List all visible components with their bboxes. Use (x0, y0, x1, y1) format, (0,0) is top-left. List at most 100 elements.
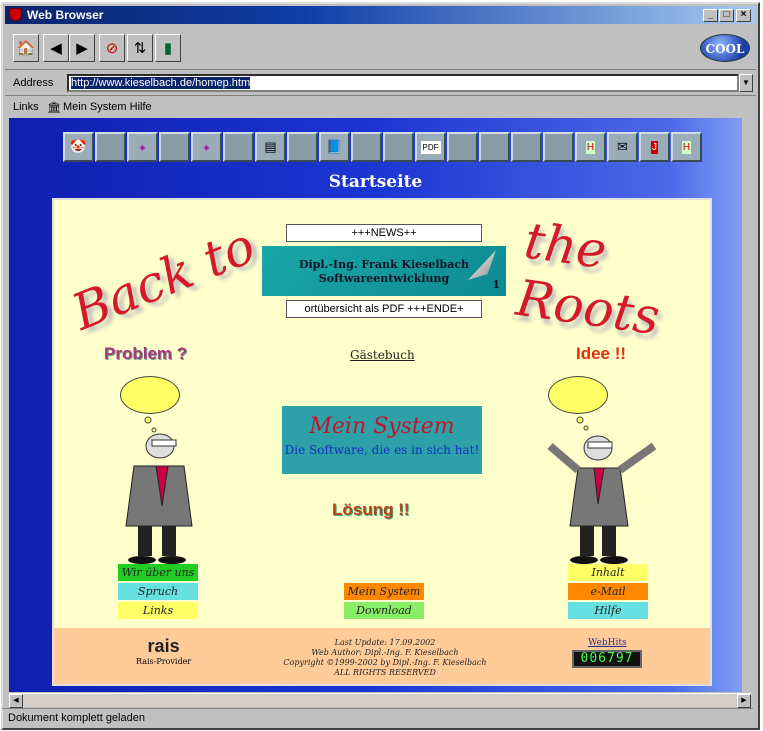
toolbar: 🏠 ◀ ▶ ⊘ ⇅ ▮ COOL (5, 26, 756, 70)
news-ticker: ortübersicht als PDF +++ENDE+ (286, 300, 482, 318)
company-name: Dipl.-Ing. Frank Kieselbach (298, 258, 470, 271)
minimize-button[interactable]: _ (703, 9, 718, 22)
nav-blank-button[interactable] (223, 132, 254, 162)
mein-system-banner[interactable]: Mein System Die Software, die es in sich… (282, 406, 482, 474)
webhits-link[interactable]: WebHits (588, 638, 627, 648)
window-title: Web Browser (27, 8, 104, 22)
page-title: Startseite (328, 172, 423, 192)
address-input[interactable]: http://www.kieselbach.de/homep.htm (67, 74, 739, 92)
links-button[interactable]: Links (118, 602, 198, 619)
web-author: Web Author: Dipl.-Ing. F. Kieselbach (311, 648, 459, 657)
news-banner: +++NEWS++ (286, 224, 482, 242)
nav-mail-button[interactable]: ✉ (607, 132, 638, 162)
nav-blank-button[interactable] (543, 132, 574, 162)
stop-icon: ⊘ (105, 40, 119, 57)
address-label: Address (13, 77, 54, 89)
h-icon: H (585, 140, 596, 154)
horizontal-scrollbar[interactable]: ◀ ▶ (9, 693, 751, 708)
pdf-icon: PDF (420, 140, 441, 154)
problem-heading: Problem ? (104, 344, 188, 363)
inhalt-button[interactable]: Inhalt (568, 564, 648, 581)
nav-blank-button[interactable] (287, 132, 318, 162)
exit-button[interactable]: ▮ (155, 34, 181, 62)
links-item-mein-system-hilfe[interactable]: Mein System Hilfe (63, 101, 152, 113)
nav-mein-system-button[interactable]: ◈ (127, 132, 158, 162)
rais-provider[interactable]: rais Rais-Provider (136, 636, 191, 666)
idee-heading: Idee !! (576, 344, 627, 363)
browser-logo-icon (9, 8, 22, 21)
bank-icon: 🏛 (47, 102, 61, 114)
rais-label: Rais-Provider (136, 657, 192, 666)
e-mail-button[interactable]: e-Mail (568, 583, 648, 600)
nav-book-button[interactable]: 📘 (319, 132, 350, 162)
back-to-heading: Back to (64, 216, 263, 342)
hilfe-button[interactable]: Hilfe (568, 602, 648, 619)
status-text: Dokument komplett geladen (8, 712, 145, 724)
maximize-button[interactable]: □ (719, 9, 734, 22)
scroll-left-button[interactable]: ◀ (9, 694, 23, 708)
address-dropdown-button[interactable]: ▼ (739, 74, 753, 92)
close-button[interactable]: × (736, 9, 751, 22)
exit-door-icon: ▮ (163, 40, 173, 57)
address-url: http://www.kieselbach.de/homep.htm (71, 77, 251, 89)
nav-blank-button[interactable] (447, 132, 478, 162)
home-icon: 🏠 (16, 40, 36, 57)
nav-blank-button[interactable] (351, 132, 382, 162)
form-icon: ▤ (264, 139, 277, 154)
nav-pdf-button[interactable]: PDF (415, 132, 446, 162)
nav-blank-button[interactable] (511, 132, 542, 162)
nav-blank-button[interactable] (159, 132, 190, 162)
forward-button[interactable]: ▶ (69, 34, 95, 62)
h-icon: H (681, 140, 692, 154)
page-nav-toolbar: 🤡 ◈ ◈ ▤ 📘 PDF H ✉ J H (63, 132, 702, 162)
the-roots-heading: the Roots (512, 211, 664, 347)
status-bar: Dokument komplett geladen (2, 708, 753, 726)
back-button[interactable]: ◀ (43, 34, 69, 62)
home-button[interactable]: 🏠 (13, 34, 39, 62)
nav-h2-button[interactable]: H (671, 132, 702, 162)
mein-system-subtitle: Die Software, die es in sich hat! (284, 443, 480, 457)
nav-j-button[interactable]: J (639, 132, 670, 162)
company-logo: Dipl.-Ing. Frank Kieselbach Softwareentw… (262, 246, 506, 296)
j-icon: J (651, 140, 658, 154)
hit-counter: 006797 (572, 650, 642, 668)
loesung-heading: Lösung !! (332, 500, 410, 519)
back-arrow-icon: ◀ (50, 40, 62, 57)
book-icon: 📘 (326, 139, 343, 154)
wir-ueber-uns-button[interactable]: Wir über uns (118, 564, 198, 581)
address-bar: Address http://www.kieselbach.de/homep.h… (5, 72, 756, 96)
idea-man-figure (540, 376, 670, 566)
scroll-right-button[interactable]: ▶ (737, 694, 751, 708)
brand-logo: COOL (700, 34, 750, 62)
nav-h-button[interactable]: H (575, 132, 606, 162)
nav-clown-button[interactable]: 🤡 (63, 132, 94, 162)
stop-button[interactable]: ⊘ (99, 34, 125, 62)
footer-info: Last Update: 17.09.2002 Web Author: Dipl… (260, 638, 510, 678)
cartoon-man-icon (125, 416, 193, 564)
mein-system-logo-icon: ◈ (203, 142, 210, 152)
clown-icon: 🤡 (70, 139, 87, 154)
copyright: Copyright ©1999-2002 by Dipl.-Ing. F. Ki… (283, 658, 487, 667)
main-panel: Back to the Roots +++NEWS++ Dipl.-Ing. F… (52, 198, 712, 686)
title-bar: Web Browser _ □ × (5, 6, 756, 24)
mail-icon: ✉ (617, 139, 628, 154)
links-label: Links (13, 101, 39, 113)
forward-arrow-icon: ▶ (76, 40, 88, 57)
mein-system-logo-icon: ◈ (139, 142, 146, 152)
rais-logo: rais (147, 636, 180, 656)
badge-number: 1 (492, 278, 500, 291)
gaestebuch-link[interactable]: Gästebuch (350, 348, 415, 362)
links-bar: Links 🏛 Mein System Hilfe (5, 98, 756, 118)
last-update: Last Update: 17.09.2002 (334, 638, 436, 647)
spruch-button[interactable]: Spruch (118, 583, 198, 600)
download-button[interactable]: Download (344, 602, 424, 619)
mein-system-button[interactable]: Mein System (344, 583, 424, 600)
nav-blank-button[interactable] (479, 132, 510, 162)
nav-forms-button[interactable]: ▤ (255, 132, 286, 162)
page-content: 🤡 ◈ ◈ ▤ 📘 PDF H ✉ J H Startseite Back to… (9, 118, 742, 692)
refresh-button[interactable]: ⇅ (127, 34, 153, 62)
nav-mein-system-2-button[interactable]: ◈ (191, 132, 222, 162)
rights-reserved: ALL RIGHTS RESERVED (334, 668, 436, 677)
nav-blank-button[interactable] (95, 132, 126, 162)
nav-blank-button[interactable] (383, 132, 414, 162)
